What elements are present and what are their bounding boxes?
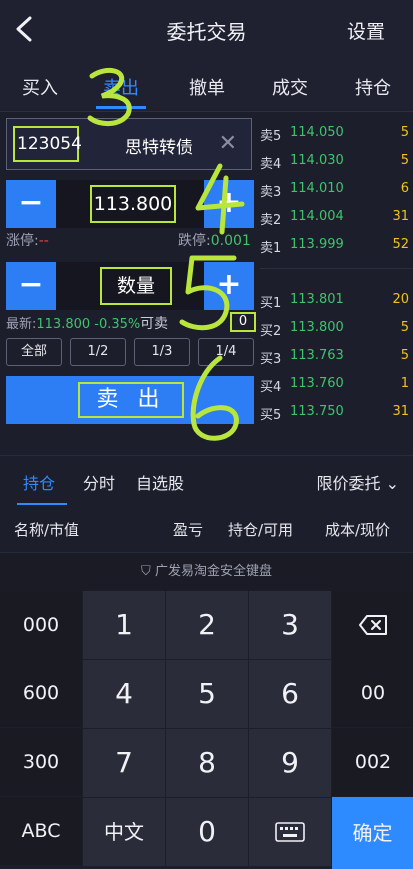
key-2[interactable]: 2 [166,591,248,659]
position-column-headers: 名称/市值 盈亏 持仓/可用 成本/现价 [0,505,413,553]
keyboard-toggle-button[interactable] [249,798,331,866]
col-cost: 成本/现价 [325,521,391,539]
confirm-button[interactable]: 确定 [332,797,413,869]
key-6[interactable]: 6 [249,660,331,728]
backspace-icon [359,615,387,635]
key-00[interactable]: 00 [332,659,413,727]
bid-row[interactable]: 买2 113.800 5 [260,320,413,340]
fraction-all-button[interactable]: 全部 [6,338,62,366]
key-chinese[interactable]: 中文 [83,798,165,866]
price-decrease-button[interactable]: − [6,180,56,228]
sell-button-label: 卖 出 [78,382,184,418]
stock-code: 123054 [13,126,82,162]
shield-icon: ⛉ [141,564,151,579]
tab-intraday[interactable]: 分时 [83,470,115,494]
lower-tabs: 持仓 分时 自选股 限价委托 ⌄ [0,455,413,506]
key-0[interactable]: 0 [166,798,248,866]
quantity-decrease-button[interactable]: − [6,262,56,310]
limit-up: 涨停:-- [6,233,49,249]
key-1[interactable]: 1 [83,591,165,659]
tab-watchlist[interactable]: 自选股 [136,470,184,494]
col-name: 名称/市值 [14,521,80,539]
tab-holdings[interactable]: 持仓 [23,470,55,494]
tab-positions[interactable]: 持仓 [355,74,391,100]
header: 委托交易 设置 [0,0,413,60]
key-5[interactable]: 5 [166,660,248,728]
bid-row[interactable]: 买1 113.801 20 [260,292,413,312]
key-8[interactable]: 8 [166,729,248,797]
key-3[interactable]: 3 [249,591,331,659]
sellable-label: 可卖 [140,316,168,332]
price-input[interactable]: 113.800 [90,185,176,223]
settings-button[interactable]: 设置 [347,17,385,44]
key-7[interactable]: 7 [83,729,165,797]
col-position: 持仓/可用 [228,521,294,539]
key-600[interactable]: 600 [0,659,82,727]
close-icon[interactable]: ✕ [219,131,237,156]
chevron-down-icon: ⌄ [385,474,399,493]
stock-name: 思特转债 [125,138,193,158]
bid-row[interactable]: 买5 113.750 31 [260,404,413,424]
key-300[interactable]: 300 [0,728,82,796]
ask-row[interactable]: 卖3 114.010 6 [260,181,413,201]
annotation-5 [179,255,237,331]
bid-row[interactable]: 买4 113.760 1 [260,376,413,396]
backspace-button[interactable] [332,591,413,659]
bid-row[interactable]: 买3 113.763 5 [260,348,413,368]
ask-row[interactable]: 卖2 114.004 31 [260,209,413,229]
keyboard-icon [275,822,305,842]
tab-deals[interactable]: 成交 [272,74,308,100]
ask-row[interactable]: 卖5 114.050 5 [260,125,413,145]
annotation-4 [195,163,245,235]
key-abc[interactable]: ABC [0,797,82,865]
trade-tabs: 买入 卖出 撤单 成交 持仓 [0,60,413,112]
tab-cancel[interactable]: 撤单 [189,74,225,100]
key-000[interactable]: 000 [0,591,82,659]
fraction-half-button[interactable]: 1/2 [70,338,126,366]
annotation-6 [190,355,239,441]
ask-row[interactable]: 卖1 113.999 52 [260,237,413,257]
ask-row[interactable]: 卖4 114.030 5 [260,153,413,173]
annotation-3 [87,67,132,126]
key-002[interactable]: 002 [332,728,413,796]
key-9[interactable]: 9 [249,729,331,797]
tab-buy[interactable]: 买入 [22,74,58,100]
keyboard-title: ⛉ 广发易淘金安全键盘 [0,553,413,591]
quantity-input[interactable]: 数量 [100,267,172,305]
orderbook-divider [260,268,413,269]
col-pnl: 盈亏 [173,521,204,539]
key-4[interactable]: 4 [83,660,165,728]
order-type-dropdown[interactable]: 限价委托 ⌄ [316,470,399,494]
